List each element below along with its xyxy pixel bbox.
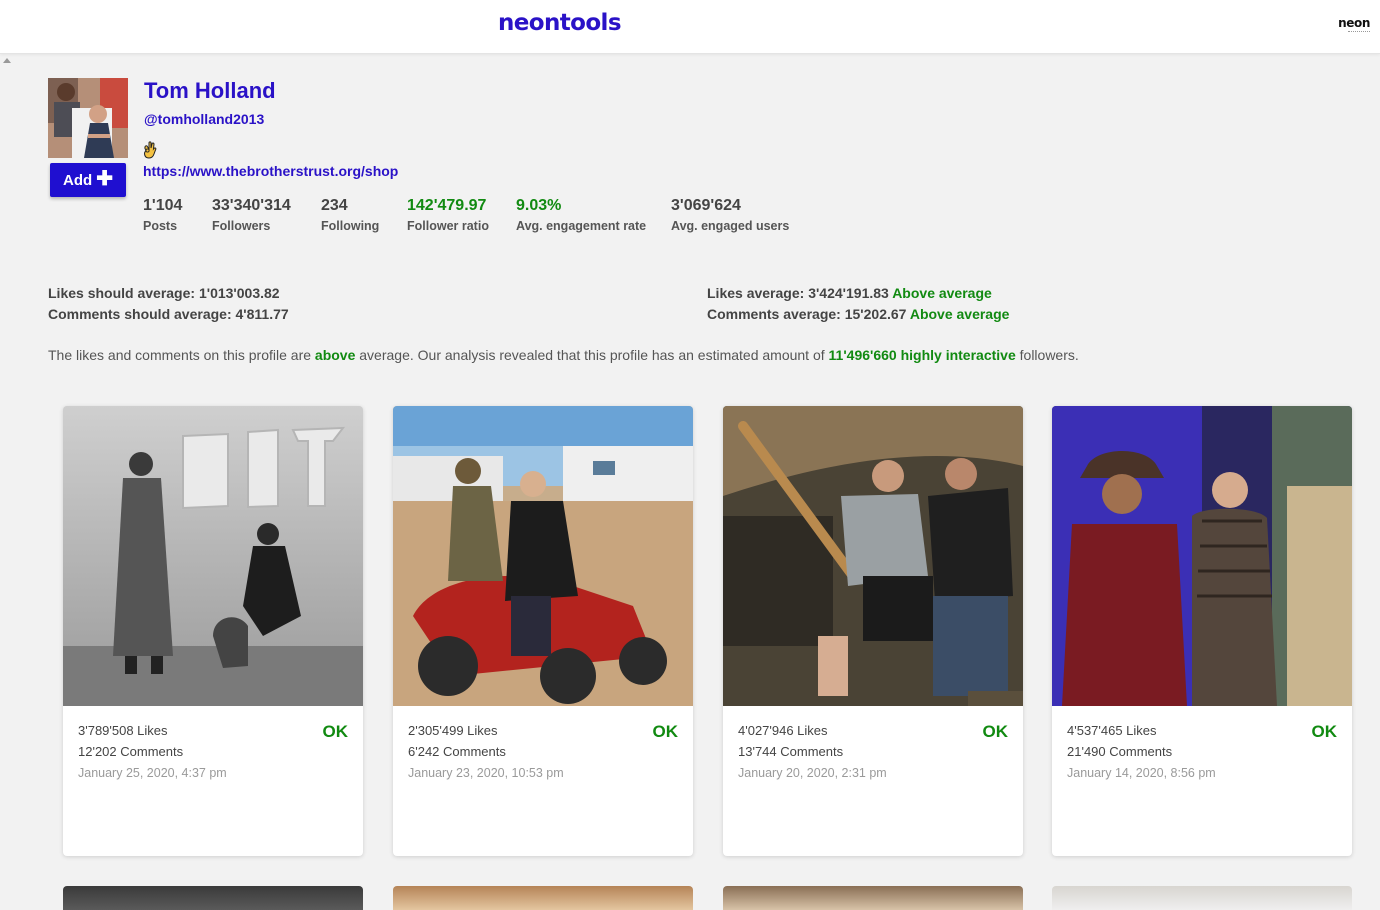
- post-comments: 13'744 Comments: [738, 744, 844, 759]
- post-card[interactable]: [723, 886, 1023, 910]
- post-status-badge: OK: [652, 722, 679, 741]
- post-status-badge: OK: [322, 722, 349, 741]
- post-likes: 4'027'946 Likes: [738, 723, 828, 738]
- post-status-badge: OK: [982, 722, 1009, 741]
- plus-icon: ✚: [96, 168, 113, 190]
- stat-value: 234: [321, 197, 348, 214]
- add-button-label: Add: [63, 171, 93, 189]
- stat-engaged-users: 3'069'624 Avg. engaged users: [671, 197, 789, 233]
- stat-follower-ratio: 142'479.97 Follower ratio: [407, 197, 489, 233]
- comments-avg-label: Comments average:: [707, 306, 841, 322]
- post-photo[interactable]: [723, 406, 1023, 706]
- likes-should-average: Likes should average: 1'013'003.82: [48, 285, 280, 301]
- likes-should-value: 1'013'003.82: [198, 285, 280, 301]
- stat-followers: 33'340'314 Followers: [212, 197, 291, 233]
- post-likes: 2'305'499 Likes: [408, 723, 498, 738]
- likes-avg-label: Likes average:: [707, 285, 805, 301]
- profile-handle[interactable]: @tomholland2013: [144, 111, 264, 127]
- likes-should-label: Likes should average:: [48, 285, 196, 301]
- post-card[interactable]: [1052, 886, 1352, 910]
- post-likes: 3'789'508 Likes: [78, 723, 168, 738]
- post-status-badge: OK: [1311, 722, 1338, 741]
- post-card[interactable]: [393, 886, 693, 910]
- neon-corner-logo[interactable]: neon: [1338, 16, 1370, 30]
- post-card[interactable]: [63, 886, 363, 910]
- top-bar: neontools neon: [0, 0, 1380, 54]
- stat-label: Avg. engagement rate: [516, 219, 647, 233]
- analysis-summary: The likes and comments on this profile a…: [48, 347, 1079, 363]
- likes-avg-value: 3'424'191.83: [808, 285, 889, 301]
- post-comments: 12'202 Comments: [78, 744, 184, 759]
- comments-should-value: 4'811.77: [235, 306, 289, 322]
- post-card[interactable]: 3'789'508 Likes 12'202 Comments January …: [63, 406, 363, 856]
- stat-value: 1'104: [143, 197, 183, 214]
- post-date: January 20, 2020, 2:31 pm: [738, 766, 887, 780]
- scrollbar-up-arrow-icon[interactable]: [3, 58, 11, 63]
- stat-engagement-rate: 9.03% Avg. engagement rate: [516, 197, 646, 233]
- analysis-highlight: 11'496'660 highly interactive: [828, 347, 1016, 363]
- stat-label: Avg. engaged users: [671, 219, 790, 233]
- profile-website-link[interactable]: https://www.thebrotherstrust.org/shop: [143, 163, 398, 179]
- post-card[interactable]: 4'027'946 Likes 13'744 Comments January …: [723, 406, 1023, 856]
- stat-posts: 1'104 Posts: [143, 197, 182, 233]
- stat-label: Followers: [212, 219, 271, 233]
- stat-following: 234 Following: [321, 197, 379, 233]
- likes-average: Likes average: 3'424'191.83 Above averag…: [707, 285, 992, 301]
- post-card[interactable]: 4'537'465 Likes 21'490 Comments January …: [1052, 406, 1352, 856]
- neontools-logo[interactable]: neontools: [498, 10, 622, 36]
- post-comments: 6'242 Comments: [408, 744, 506, 759]
- stat-label: Posts: [143, 219, 178, 233]
- post-photo[interactable]: [1052, 406, 1352, 706]
- comments-should-average: Comments should average: 4'811.77: [48, 306, 289, 322]
- post-likes: 4'537'465 Likes: [1067, 723, 1157, 738]
- post-card[interactable]: 2'305'499 Likes 6'242 Comments January 2…: [393, 406, 693, 856]
- post-photo[interactable]: [393, 406, 693, 706]
- likes-avg-status: Above average: [892, 285, 992, 301]
- stat-label: Follower ratio: [407, 219, 489, 233]
- post-date: January 23, 2020, 10:53 pm: [408, 766, 564, 780]
- stat-value: 3'069'624: [671, 197, 741, 214]
- stat-label: Following: [321, 219, 380, 233]
- analysis-text: average. Our analysis revealed that this…: [359, 347, 825, 363]
- stat-value: 142'479.97: [407, 197, 487, 214]
- post-date: January 14, 2020, 8:56 pm: [1067, 766, 1216, 780]
- comments-avg-status: Above average: [909, 306, 1010, 322]
- comments-avg-value: 15'202.67: [844, 306, 907, 322]
- post-date: January 25, 2020, 4:37 pm: [78, 766, 227, 780]
- add-profile-button[interactable]: Add ✚: [50, 163, 126, 197]
- stat-value: 33'340'314: [212, 197, 291, 214]
- analysis-highlight: above: [314, 347, 356, 363]
- ok-hand-emoji-icon: [143, 141, 157, 159]
- comments-should-label: Comments should average:: [48, 306, 232, 322]
- post-photo[interactable]: [63, 406, 363, 706]
- analysis-text: The likes and comments on this profile a…: [48, 347, 312, 363]
- analysis-text: followers.: [1019, 347, 1079, 363]
- comments-average: Comments average: 15'202.67 Above averag…: [707, 306, 1009, 322]
- profile-avatar: [48, 78, 128, 158]
- logo-underline: [1348, 31, 1370, 34]
- profile-name: Tom Holland: [144, 78, 276, 103]
- post-comments: 21'490 Comments: [1067, 744, 1173, 759]
- stat-value: 9.03%: [516, 197, 562, 214]
